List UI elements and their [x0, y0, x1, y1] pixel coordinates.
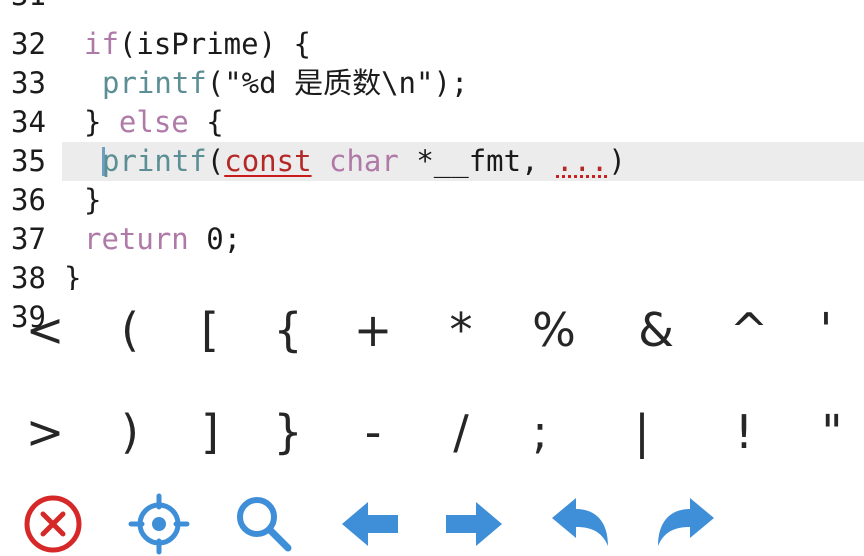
search-icon: [237, 497, 292, 552]
code-line-31[interactable]: 31: [0, 0, 864, 15]
undo-button[interactable]: [548, 492, 612, 556]
redo-button[interactable]: [654, 492, 718, 556]
code-text: }: [84, 183, 102, 217]
symbol-key[interactable]: |: [602, 392, 682, 472]
code-text: printf(const char *__fmt, ...): [102, 142, 626, 181]
symbol-key[interactable]: ": [792, 392, 864, 472]
code-token: (isPrime) {: [118, 27, 311, 61]
line-number: 32: [11, 27, 46, 61]
symbol-key[interactable]: >: [5, 392, 85, 472]
code-token: (: [206, 144, 225, 178]
close-button[interactable]: [21, 492, 85, 556]
code-line-37[interactable]: 37 return 0;: [0, 220, 864, 259]
cursor-right-button[interactable]: [442, 492, 506, 556]
undo-icon: [552, 498, 608, 546]
search-button[interactable]: [232, 492, 296, 556]
code-editor[interactable]: 31 32 if(isPrime) { 33 printf("%d 是质数\n"…: [0, 0, 864, 290]
code-token: {: [188, 105, 224, 139]
symbol-key[interactable]: ): [90, 392, 170, 472]
function-token: printf: [102, 144, 207, 178]
code-token: *__fmt,: [398, 144, 556, 178]
locate-icon: [128, 493, 190, 555]
symbol-key[interactable]: ^: [709, 290, 789, 370]
code-token: ): [608, 144, 626, 178]
symbol-key-row-2: > ) ] } - / ; | ! ": [0, 392, 864, 472]
code-text: if(isPrime) {: [84, 25, 311, 64]
line-number: 38: [11, 261, 46, 290]
error-token: ...: [556, 144, 609, 178]
symbol-key[interactable]: {: [248, 290, 328, 370]
code-line-34[interactable]: 34 } else {: [0, 103, 864, 142]
keyword-token: else: [118, 105, 189, 139]
symbol-key[interactable]: +: [333, 290, 413, 370]
code-line-32[interactable]: 32 if(isPrime) {: [0, 25, 864, 64]
symbol-key[interactable]: ]: [170, 392, 250, 472]
symbol-key[interactable]: ;: [500, 392, 580, 472]
code-line-33[interactable]: 33 printf("%d 是质数\n");: [0, 64, 864, 103]
symbol-key[interactable]: /: [421, 392, 501, 472]
symbol-key[interactable]: %: [514, 290, 594, 370]
editor-toolbar: [0, 490, 864, 555]
locate-button[interactable]: [127, 492, 191, 556]
symbol-key-row-1: < ( [ { + * % & ^ ': [0, 290, 864, 370]
symbol-key[interactable]: (: [90, 290, 170, 370]
code-line-35-current[interactable]: 35 printf(const char *__fmt, ...): [0, 142, 864, 181]
line-number: 35: [11, 144, 46, 178]
cursor-left-button[interactable]: [338, 492, 402, 556]
code-text: }: [64, 261, 82, 290]
code-line-38[interactable]: 38 }: [0, 259, 864, 290]
code-token: 0;: [188, 222, 242, 256]
line-number: 31: [11, 0, 46, 15]
symbol-key[interactable]: [: [170, 290, 250, 370]
symbol-key[interactable]: !: [704, 392, 784, 472]
code-token: ("%d 是质数\n");: [206, 66, 469, 100]
symbol-key[interactable]: &: [616, 290, 696, 370]
close-icon: [24, 495, 82, 553]
symbol-key[interactable]: ': [786, 290, 864, 370]
line-number: 37: [11, 222, 46, 256]
code-token: }: [84, 105, 119, 139]
code-text: } else {: [84, 103, 224, 142]
arrow-left-icon: [342, 502, 398, 546]
code-line-36[interactable]: 36 }: [0, 181, 864, 220]
symbol-key[interactable]: -: [333, 392, 413, 472]
code-text: printf("%d 是质数\n");: [102, 64, 468, 103]
symbol-key[interactable]: <: [5, 290, 85, 370]
arrow-right-icon: [446, 502, 502, 546]
error-token: const: [224, 144, 312, 178]
keyword-token: char: [329, 144, 399, 178]
code-text: return 0;: [84, 220, 241, 259]
line-number: 34: [11, 105, 46, 139]
function-token: printf: [102, 66, 207, 100]
keyword-token: if: [84, 27, 119, 61]
redo-icon: [658, 498, 714, 546]
keyword-token: return: [84, 222, 189, 256]
line-number: 33: [11, 66, 46, 100]
symbol-key[interactable]: *: [421, 290, 501, 370]
symbol-key[interactable]: }: [248, 392, 328, 472]
line-number: 36: [11, 183, 46, 217]
